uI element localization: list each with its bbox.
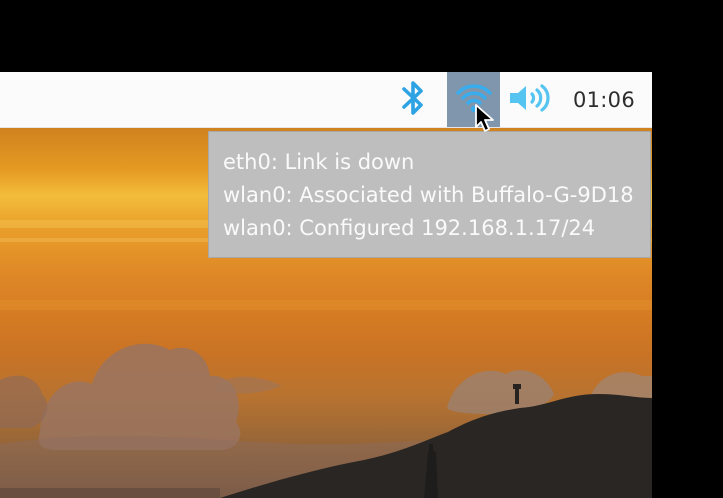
volume-button[interactable] <box>505 72 555 127</box>
clock[interactable]: 01:06 <box>560 72 648 127</box>
tooltip-line-wlan0-associated: wlan0: Associated with Buffalo-G-9D18 <box>223 183 634 207</box>
screen: 01:06 eth0: Link is down wlan0: Associat… <box>0 0 723 498</box>
tooltip-line-eth0: eth0: Link is down <box>223 150 415 174</box>
tooltip-line-wlan0-configured: wlan0: Configured 192.168.1.17/24 <box>223 216 596 240</box>
network-status-tooltip: eth0: Link is down wlan0: Associated wit… <box>208 131 651 258</box>
taskbar-panel: 01:06 <box>0 72 652 128</box>
bluetooth-button[interactable] <box>397 72 431 127</box>
volume-icon <box>508 82 552 118</box>
mouse-pointer-icon <box>474 103 496 133</box>
bluetooth-icon <box>401 79 427 121</box>
